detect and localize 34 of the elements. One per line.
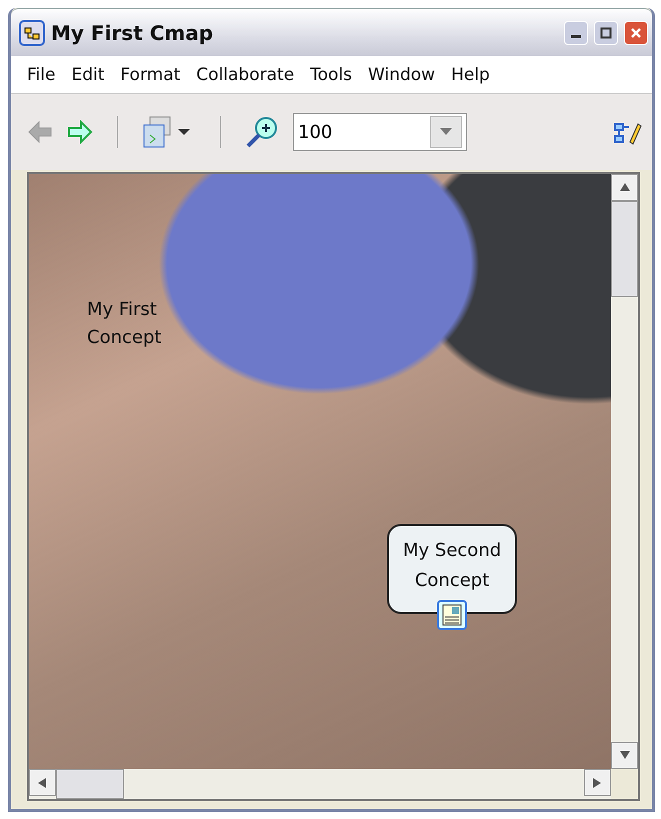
- scroll-thumb[interactable]: [56, 769, 124, 799]
- forward-arrow-icon[interactable]: [67, 120, 93, 144]
- concept-node[interactable]: My Second Concept: [387, 524, 518, 614]
- maximize-icon: [600, 26, 612, 38]
- triangle-icon: [618, 750, 630, 762]
- menu-item[interactable]: Collaborate: [188, 64, 302, 84]
- scroll-left-button[interactable]: [29, 769, 56, 796]
- caret-icon: [440, 128, 452, 136]
- close-icon: [630, 26, 642, 38]
- zoom-icon[interactable]: [245, 115, 279, 149]
- app-icon: [19, 20, 45, 46]
- triangle-icon: [618, 182, 630, 194]
- menu-item[interactable]: Help: [443, 64, 498, 84]
- scroll-down-button[interactable]: [611, 742, 638, 769]
- menu-item[interactable]: Edit: [63, 64, 112, 84]
- triangle-icon: [36, 776, 48, 788]
- menu-item[interactable]: Window: [360, 64, 444, 84]
- maximize-button[interactable]: [594, 20, 618, 44]
- menu-item[interactable]: Tools: [302, 64, 360, 84]
- vertical-scrollbar[interactable]: [611, 174, 638, 769]
- concept-label[interactable]: My First Concept: [87, 296, 162, 352]
- scroll-up-button[interactable]: [611, 174, 638, 201]
- scroll-thumb[interactable]: [611, 201, 638, 297]
- menu-item[interactable]: File: [19, 64, 64, 84]
- triangle-icon: [592, 776, 604, 788]
- zoom-field[interactable]: 100: [293, 113, 467, 151]
- minimize-icon: [571, 35, 581, 38]
- document-image-icon[interactable]: [437, 600, 468, 630]
- minimize-button[interactable]: [564, 20, 588, 44]
- menu-item[interactable]: Format: [112, 64, 188, 84]
- close-button[interactable]: [624, 20, 648, 44]
- horizontal-scrollbar[interactable]: [29, 769, 611, 799]
- scroll-right-button[interactable]: [584, 769, 611, 796]
- window-title: My First Cmap: [51, 20, 214, 44]
